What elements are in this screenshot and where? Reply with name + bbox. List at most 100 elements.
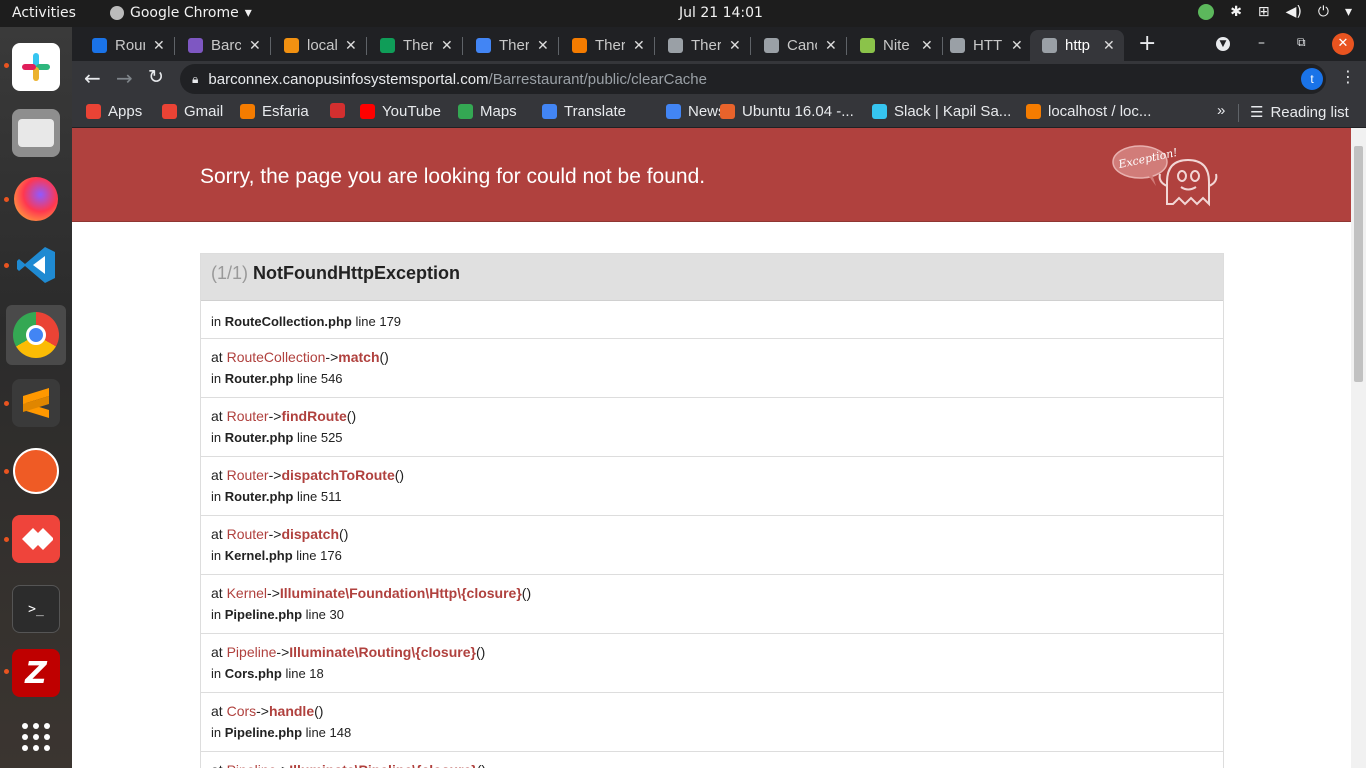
arrow-label: ->: [325, 349, 339, 365]
tab-search-icon[interactable]: ▼: [1216, 37, 1230, 51]
power-icon[interactable]: ⏻: [1318, 4, 1329, 20]
bookmark-9[interactable]: Slack | Kapil Sa...: [872, 103, 1011, 120]
tab-8[interactable]: Nite ✕: [848, 30, 940, 61]
maximize-icon[interactable]: ⧉: [1297, 35, 1306, 50]
back-icon[interactable]: ←: [84, 66, 101, 90]
frame-class: Router: [226, 408, 269, 424]
tab-10[interactable]: http ✕: [1030, 30, 1124, 61]
bookmark-5[interactable]: Maps: [458, 103, 517, 120]
tab-close-icon[interactable]: ✕: [1103, 37, 1115, 54]
tab-separator: [654, 37, 655, 55]
error-header: Sorry, the page you are looking for coul…: [72, 128, 1351, 222]
tab-separator: [750, 37, 751, 55]
tab-2[interactable]: local ✕: [272, 30, 364, 61]
tab-1[interactable]: Barc ✕: [176, 30, 268, 61]
in-label: in: [211, 548, 222, 563]
tab-6[interactable]: Ther ✕: [656, 30, 748, 61]
volume-icon[interactable]: ◀): [1286, 4, 1302, 20]
slack-icon[interactable]: [12, 43, 60, 91]
tab-7[interactable]: Canc ✕: [752, 30, 844, 61]
activities-button[interactable]: Activities: [12, 5, 76, 21]
postman-icon[interactable]: [12, 447, 60, 495]
frame-line: line 176: [296, 548, 342, 563]
tab-close-icon[interactable]: ✕: [537, 37, 549, 54]
slack-tray-icon[interactable]: ✱: [1230, 4, 1242, 20]
bookmark-7[interactable]: News: [666, 103, 726, 120]
bookmark-4[interactable]: YouTube: [360, 103, 441, 120]
url-path: /Barrestaurant/public/clearCache: [488, 70, 707, 88]
at-label: at: [211, 644, 223, 660]
update-icon[interactable]: [1198, 4, 1215, 20]
network-icon[interactable]: ⊞: [1258, 4, 1270, 20]
bookmark-2[interactable]: Esfaria: [240, 103, 309, 120]
running-indicator: [4, 669, 9, 674]
frame-function: Illuminate\Routing\{closure}: [289, 644, 476, 660]
tab-5[interactable]: Ther ✕: [560, 30, 652, 61]
scrollbar-thumb[interactable]: [1354, 146, 1363, 382]
tab-title: Barc: [211, 37, 241, 54]
lock-icon[interactable]: 🔒︎: [192, 72, 198, 87]
arrow-label: ->: [268, 526, 282, 542]
tab-close-icon[interactable]: ✕: [729, 37, 741, 54]
parens-label: (): [477, 762, 486, 768]
minimize-icon[interactable]: –: [1258, 35, 1265, 51]
reading-list-button[interactable]: ☰ Reading list: [1250, 103, 1349, 122]
tab-title: HTTI: [973, 37, 1003, 54]
chrome-icon: [13, 312, 59, 358]
page-scrollbar[interactable]: [1351, 128, 1366, 768]
show-applications-icon[interactable]: [12, 713, 60, 761]
exception-box: (1/1) NotFoundHttpException in RouteColl…: [200, 253, 1224, 768]
frame-class: Router: [226, 526, 269, 542]
terminal-icon[interactable]: >_: [12, 585, 60, 633]
firefox-icon[interactable]: [12, 175, 60, 223]
trace-origin: in RouteCollection.php line 179: [201, 301, 1223, 339]
tab-close-icon[interactable]: ✕: [633, 37, 645, 54]
bookmark-3[interactable]: [330, 103, 345, 118]
tab-favicon-icon: [860, 38, 875, 53]
chrome-dock-active[interactable]: [6, 305, 66, 365]
tab-close-icon[interactable]: ✕: [825, 37, 837, 54]
close-window-icon[interactable]: ✕: [1332, 33, 1354, 55]
filezilla-icon[interactable]: Z: [12, 649, 60, 697]
tab-9[interactable]: HTTI ✕: [938, 30, 1030, 61]
tab-title: http: [1065, 37, 1091, 54]
tab-0[interactable]: Rour ✕: [80, 30, 172, 61]
vscode-icon[interactable]: [12, 241, 60, 289]
reading-list-label: Reading list: [1270, 103, 1349, 121]
tab-close-icon[interactable]: ✕: [1011, 37, 1023, 54]
reload-icon[interactable]: ↻: [148, 66, 164, 88]
arrow-label: ->: [256, 703, 269, 719]
app-menu[interactable]: Google Chrome ▾: [110, 5, 252, 21]
new-tab-icon[interactable]: +: [1138, 31, 1156, 56]
clock[interactable]: Jul 21 14:01: [679, 5, 763, 21]
address-bar[interactable]: 🔒︎ barconnex.canopusinfosystemsportal.co…: [180, 64, 1326, 94]
frame-class: Pipeline: [226, 644, 277, 660]
bookmark-1[interactable]: Gmail: [162, 103, 223, 120]
frame-class: Cors: [226, 703, 257, 719]
tab-separator: [270, 37, 271, 55]
parens-label: (): [394, 467, 405, 483]
files-icon[interactable]: [12, 109, 60, 157]
bookmark-8[interactable]: Ubuntu 16.04 -...: [720, 103, 854, 120]
profile-avatar[interactable]: t: [1301, 68, 1323, 90]
system-tray[interactable]: ✱ ⊞ ◀) ⏻ ▾: [1198, 4, 1352, 20]
tab-close-icon[interactable]: ✕: [249, 37, 261, 54]
arrow-label: ->: [276, 644, 290, 660]
sublime-text-icon[interactable]: [12, 379, 60, 427]
bookmark-0[interactable]: Apps: [86, 103, 142, 120]
tab-close-icon[interactable]: ✕: [153, 37, 165, 54]
anydesk-icon[interactable]: [12, 515, 60, 563]
chevron-down-icon[interactable]: ▾: [1345, 4, 1352, 20]
tab-4[interactable]: Ther ✕: [464, 30, 556, 61]
tab-close-icon[interactable]: ✕: [441, 37, 453, 54]
bookmark-6[interactable]: Translate: [542, 103, 626, 120]
bookmark-favicon-icon: [240, 104, 255, 119]
in-label: in: [211, 314, 222, 329]
bookmarks-overflow[interactable]: »: [1217, 102, 1225, 119]
tab-3[interactable]: Ther ✕: [368, 30, 460, 61]
kebab-menu-icon[interactable]: ⋮: [1340, 67, 1356, 86]
forward-icon[interactable]: →: [116, 66, 133, 90]
bookmark-10[interactable]: localhost / loc...: [1026, 103, 1151, 120]
tab-close-icon[interactable]: ✕: [345, 37, 357, 54]
tab-close-icon[interactable]: ✕: [921, 37, 933, 54]
